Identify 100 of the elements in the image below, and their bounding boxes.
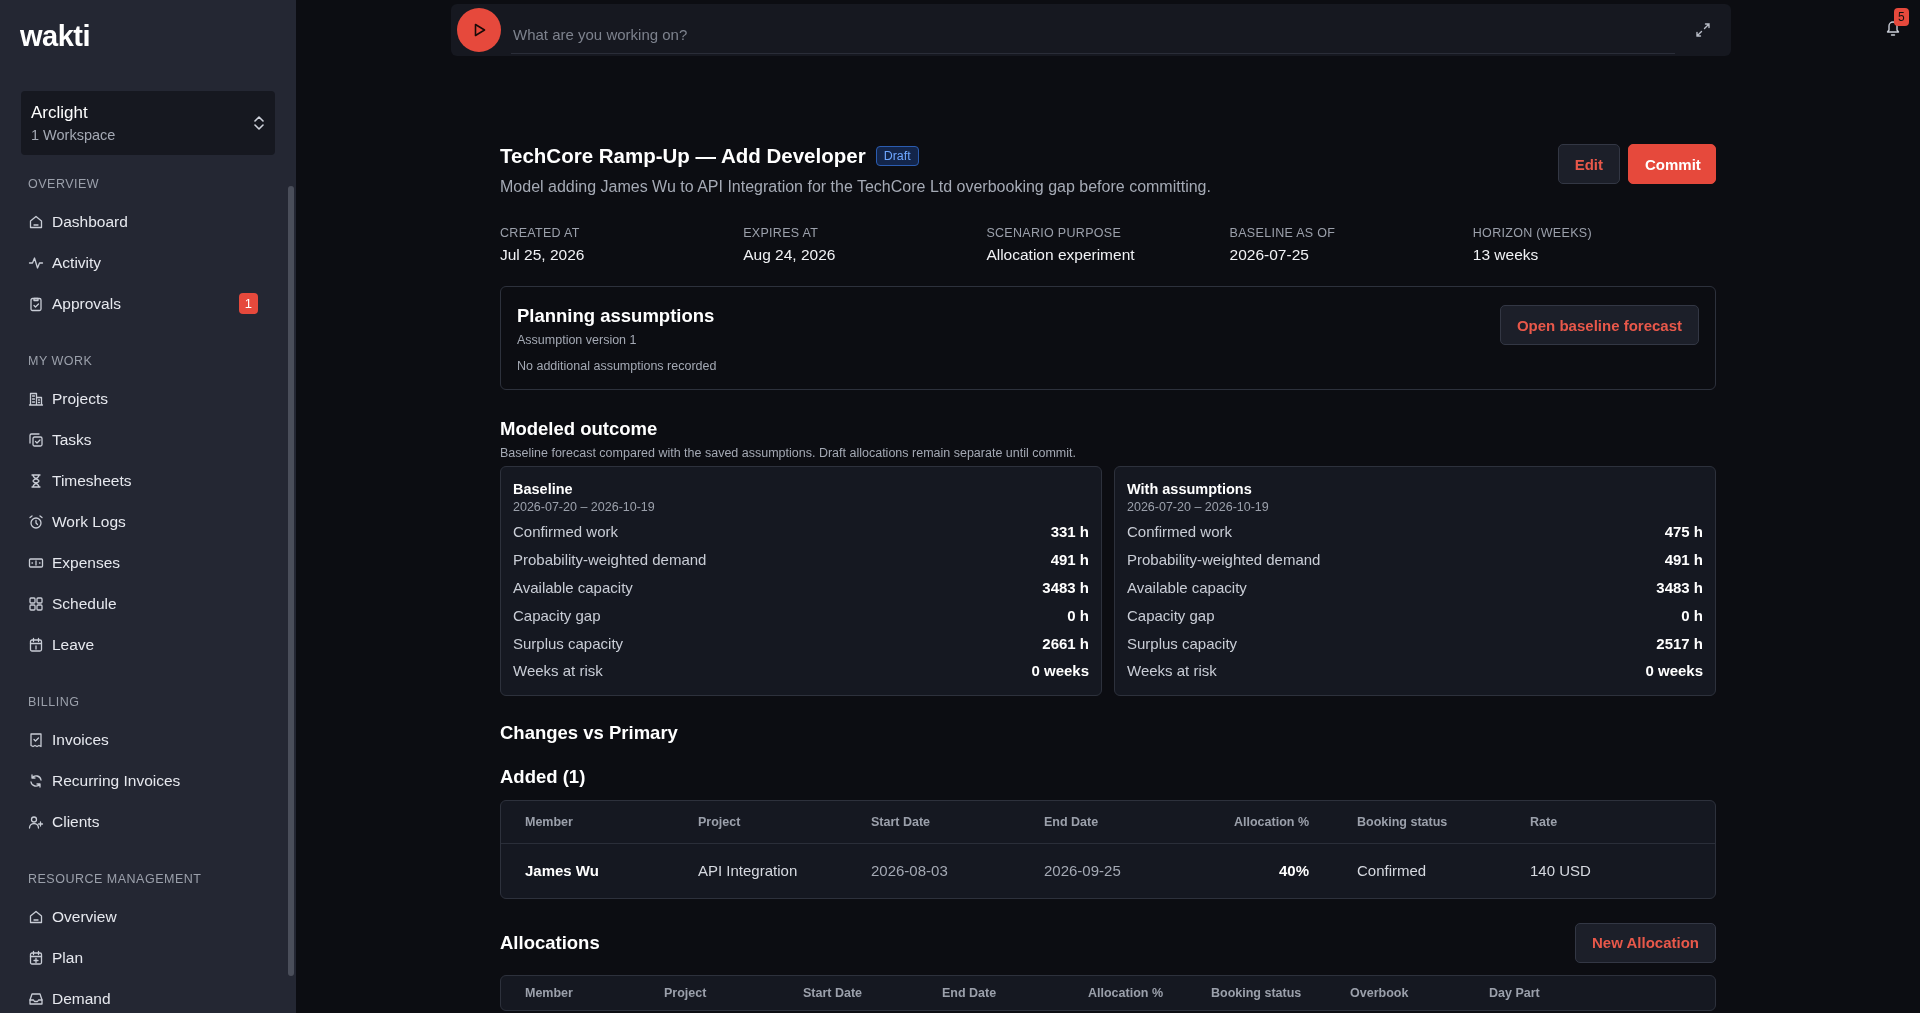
- column-header: Project: [664, 985, 708, 1000]
- section-subtitle: Baseline forecast compared with the saved assumptions. Draft allocations remain separate until commit.: [500, 446, 1077, 460]
- nav-item[interactable]: Expenses: [20, 542, 266, 583]
- checkbox-stack-icon: [28, 431, 44, 448]
- version-label: Assumption version 1: [517, 333, 638, 347]
- nav-item[interactable]: Projects: [20, 378, 266, 419]
- play-button[interactable]: [457, 8, 501, 52]
- date-range: 2026-07-20 – 2026-10-19: [513, 500, 656, 514]
- metric-value: 3483 h: [1042, 579, 1089, 596]
- column-header: Start Date: [803, 985, 864, 1000]
- nav-item[interactable]: Clients: [20, 801, 266, 842]
- table-cell-text: 140 USD: [1530, 862, 1592, 880]
- note: No additional assumptions recorded: [517, 359, 717, 373]
- building-icon: [28, 390, 44, 407]
- meta-value: Allocation experiment: [986, 246, 1136, 264]
- metric-value: 0 weeks: [1645, 662, 1703, 680]
- table-cell-text: 2026-09-25: [1044, 862, 1122, 880]
- description: Model adding James Wu to API Integration for the TechCore Ltd overbooking gap before committing.: [500, 178, 1211, 196]
- panel-title: Baseline: [513, 481, 574, 497]
- grid-icon: [28, 595, 44, 612]
- column-header: Day Part: [1489, 985, 1541, 1000]
- metric-value: 0 h: [1067, 606, 1089, 624]
- column-header: Start Date: [871, 814, 932, 829]
- column-header: Booking status: [1211, 985, 1303, 1000]
- metric-value: 475 h: [1664, 523, 1703, 541]
- meta-label: SCENARIO PURPOSE: [986, 226, 1123, 240]
- workspace-name: Arclight: [31, 103, 89, 123]
- metric-label: Weeks at risk: [513, 662, 603, 680]
- section-title: Allocations: [500, 931, 600, 954]
- timer-field[interactable]: What are you working on?: [451, 4, 1731, 56]
- section-heading: BILLING: [28, 695, 81, 709]
- receipt-icon: [28, 731, 44, 748]
- status-badge: Draft: [875, 146, 919, 166]
- metric-value: 491 h: [1050, 551, 1089, 569]
- new-allocation-button[interactable]: New Allocation: [1575, 922, 1716, 963]
- table-cell-text: Confirmed: [1357, 862, 1428, 880]
- notification-badge: 5: [1894, 8, 1909, 26]
- logo[interactable]: wakti: [20, 20, 91, 53]
- calendar-plus-icon: [28, 949, 44, 966]
- metric-label: Capacity gap: [1127, 606, 1215, 624]
- nav-item[interactable]: Leave: [20, 624, 266, 665]
- card-title: Planning assumptions: [517, 305, 716, 327]
- alarm-clock-icon: [28, 513, 44, 530]
- table-cell-text: API Integration: [698, 862, 799, 880]
- page-title: TechCore Ramp-Up — Add Developer: [500, 144, 866, 168]
- expand-icon[interactable]: [1695, 22, 1711, 38]
- nav-item[interactable]: Plan: [20, 937, 266, 978]
- metric-value: 2661 h: [1042, 634, 1089, 652]
- nav-item[interactable]: Overview: [20, 896, 266, 937]
- meta-value: 2026-07-25: [1229, 246, 1310, 264]
- column-header: Rate: [1530, 814, 1559, 829]
- chevron-updown-icon: [253, 114, 265, 132]
- meta-label: HORIZON (WEEKS): [1472, 226, 1593, 240]
- nav-item[interactable]: Activity: [20, 242, 266, 283]
- table-cell-text: 40%: [1277, 862, 1310, 880]
- clipboard-icon: [28, 295, 44, 312]
- meta-label: EXPIRES AT: [743, 226, 820, 240]
- nav-item[interactable]: Invoices: [20, 719, 266, 760]
- metric-label: Surplus capacity: [1127, 634, 1238, 652]
- nav-item[interactable]: Approvals 1: [20, 283, 266, 324]
- metric-label: Confirmed work: [1127, 523, 1233, 541]
- metric-label: Probability-weighted demand: [1127, 551, 1321, 569]
- metric-label: Capacity gap: [513, 606, 601, 624]
- column-header: Allocation %: [1233, 814, 1310, 829]
- nav-item[interactable]: Dashboard: [20, 201, 266, 242]
- metric-value: 3483 h: [1656, 579, 1703, 596]
- edit-button[interactable]: Edit: [1557, 144, 1620, 184]
- metric-value: 0 weeks: [1031, 662, 1089, 680]
- meta-label: BASELINE AS OF: [1229, 226, 1337, 240]
- meta-value: 13 weeks: [1472, 246, 1540, 264]
- calendar-icon: [28, 636, 44, 653]
- pulse-icon: [28, 254, 44, 271]
- panel-title: With assumptions: [1127, 481, 1253, 497]
- metric-value: 331 h: [1050, 523, 1089, 541]
- workspace-switcher[interactable]: Arclight 1 Workspace: [21, 91, 275, 155]
- scrollbar[interactable]: [288, 186, 294, 976]
- nav-item[interactable]: Tasks: [20, 419, 266, 460]
- section-title: Changes vs Primary: [500, 721, 679, 744]
- workspace-count: 1 Workspace: [31, 127, 116, 143]
- metric-label: Probability-weighted demand: [513, 551, 707, 569]
- metric-label: Available capacity: [513, 579, 633, 596]
- commit-button[interactable]: Commit: [1628, 144, 1716, 184]
- count-badge: 1: [238, 293, 258, 314]
- subsection-title: Added (1): [500, 765, 587, 788]
- nav-item[interactable]: Schedule: [20, 583, 266, 624]
- nav-item[interactable]: Recurring Invoices: [20, 760, 266, 801]
- nav-item[interactable]: Demand: [20, 978, 266, 1013]
- nav-item[interactable]: Timesheets: [20, 460, 266, 501]
- nav-item[interactable]: Work Logs: [20, 501, 266, 542]
- metric-label: Confirmed work: [513, 523, 619, 541]
- users-icon: [28, 813, 44, 830]
- column-header: Overbook: [1350, 985, 1410, 1000]
- column-header: Member: [525, 985, 574, 1000]
- section-heading: RESOURCE MANAGEMENT: [28, 872, 203, 886]
- column-header: Project: [698, 814, 742, 829]
- meta-label: CREATED AT: [500, 226, 581, 240]
- column-header: Allocation %: [1087, 985, 1164, 1000]
- column-header: Member: [525, 814, 574, 829]
- open-forecast-button[interactable]: Open baseline forecast: [1499, 305, 1699, 345]
- metric-label: Weeks at risk: [1127, 662, 1217, 680]
